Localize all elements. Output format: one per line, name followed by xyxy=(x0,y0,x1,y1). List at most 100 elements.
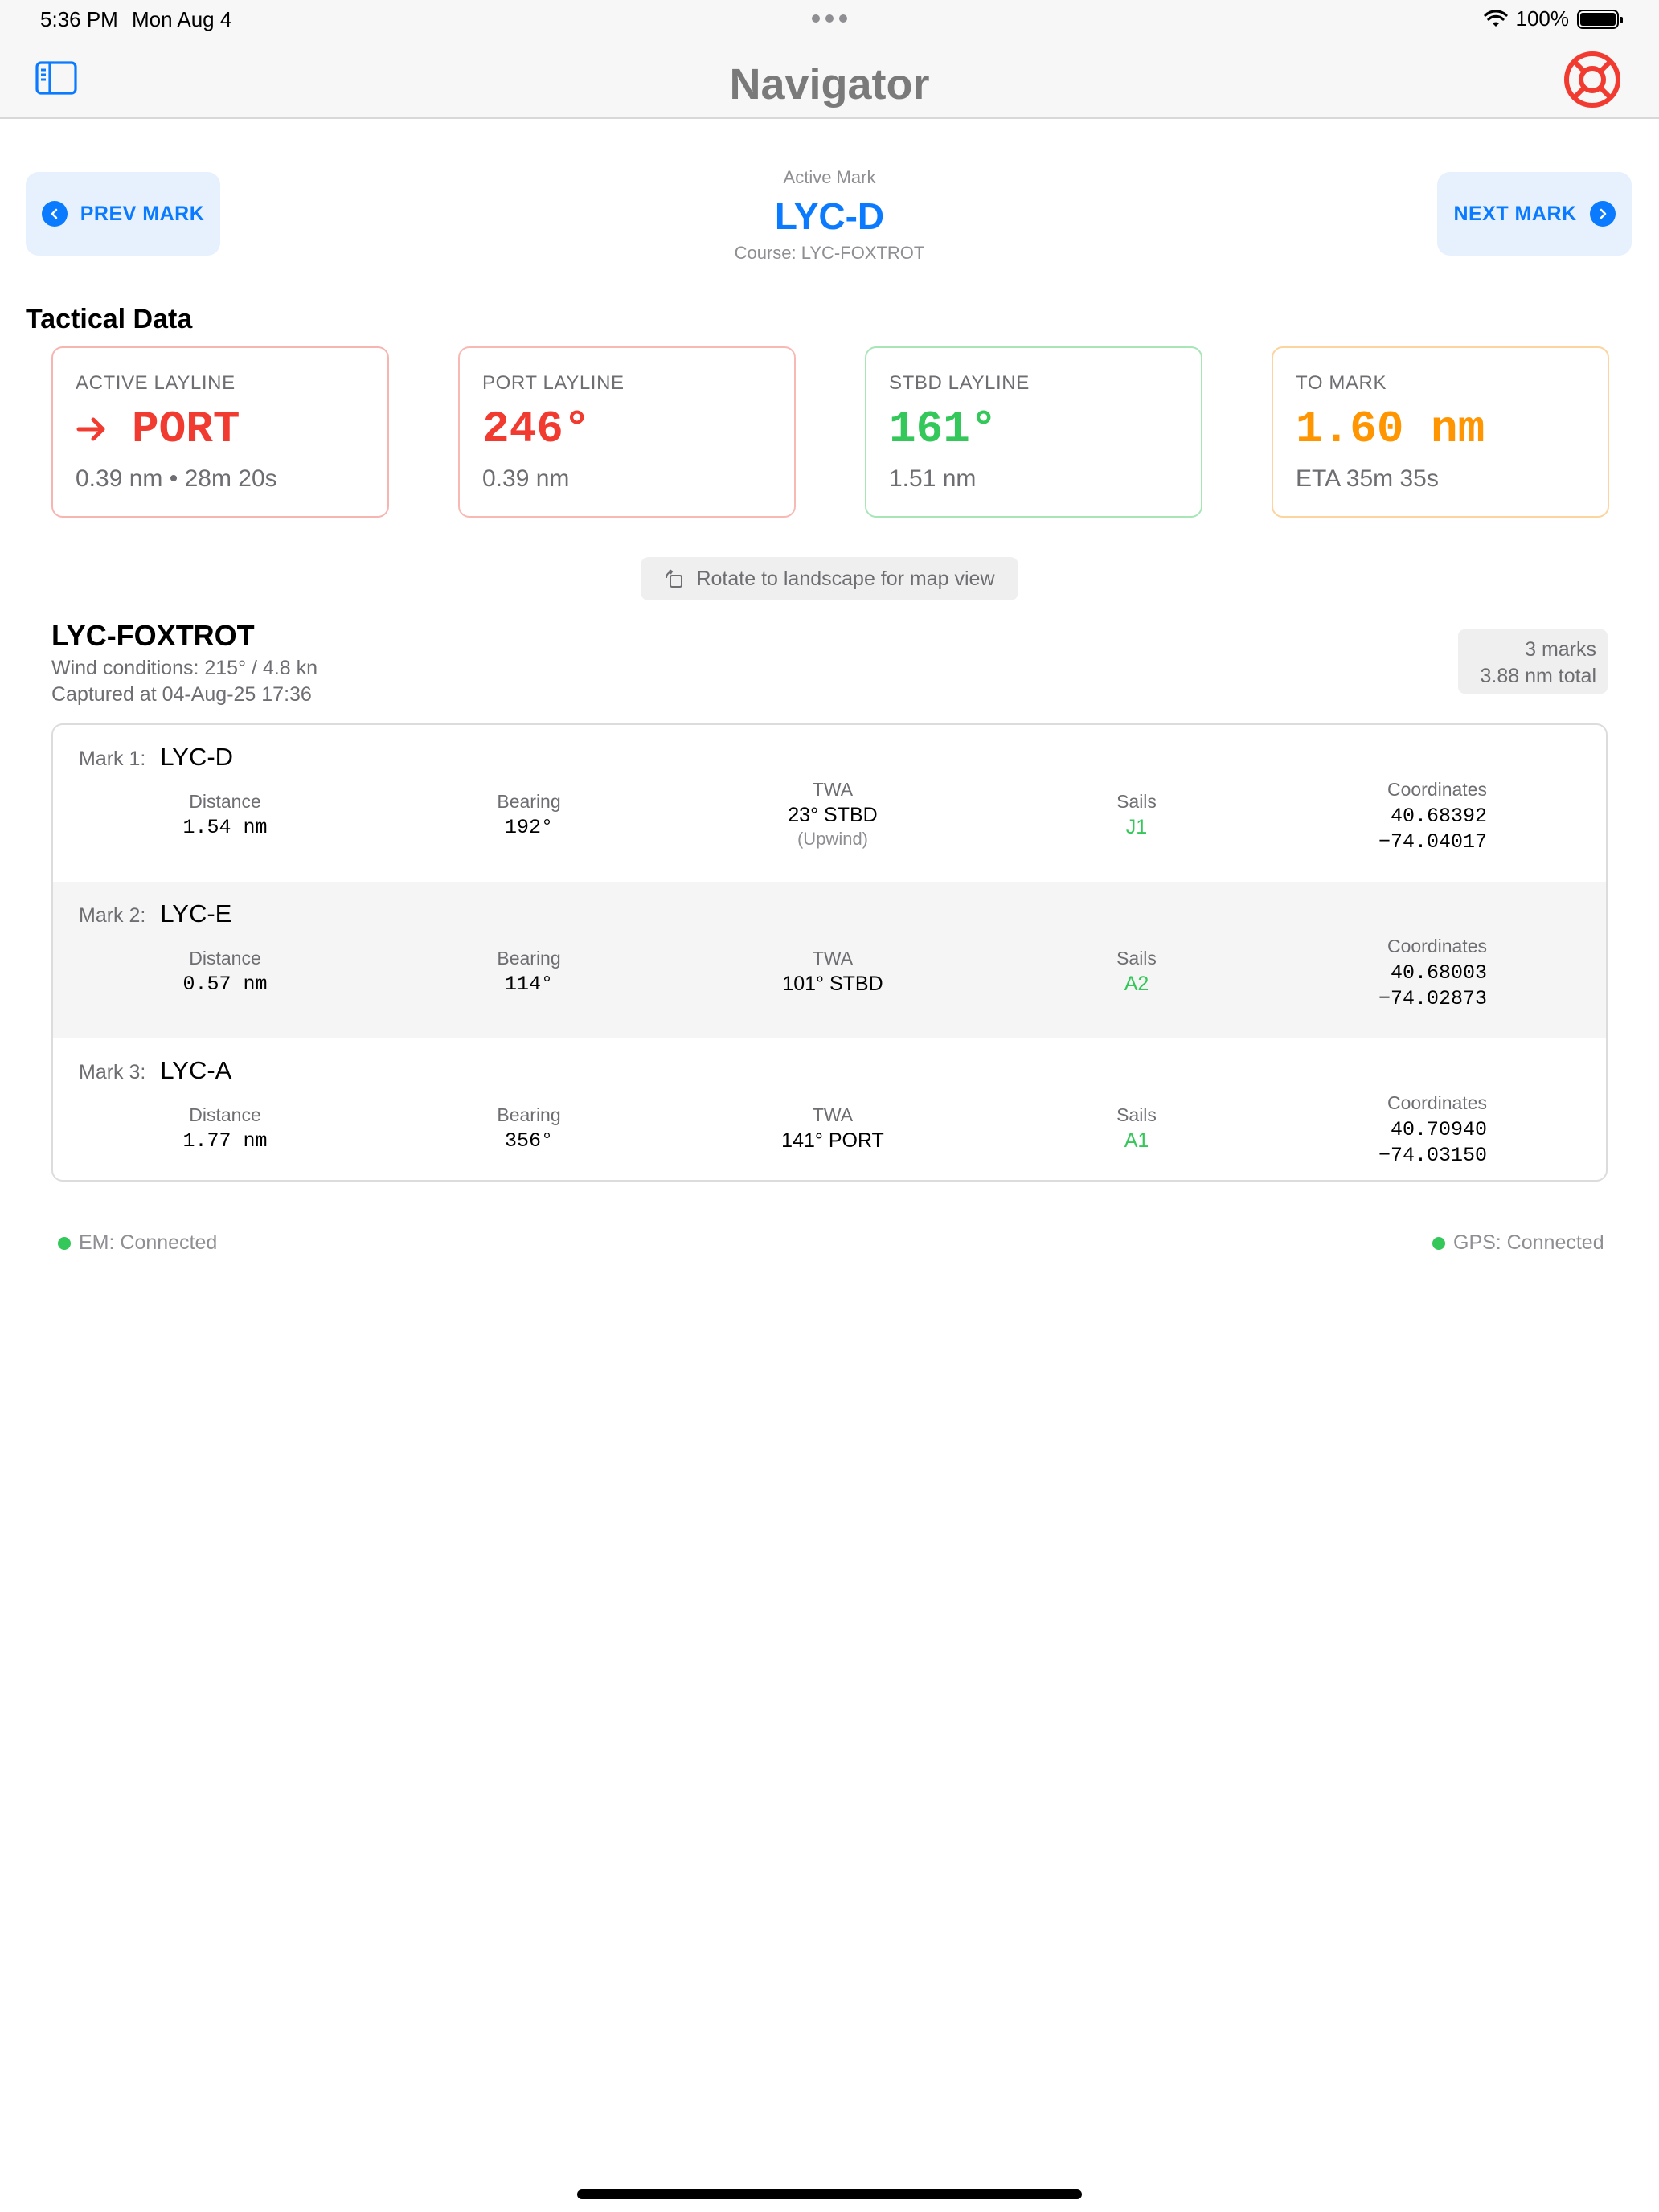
bearing-label: Bearing xyxy=(497,948,561,969)
mark-name: LYC-A xyxy=(160,1056,232,1084)
latitude-value: 40.70940 xyxy=(1390,1118,1487,1141)
bearing-value: 192° xyxy=(504,816,553,839)
twa-value: 23° STBD xyxy=(788,804,878,826)
em-connection-status: EM: Connected xyxy=(58,1231,217,1255)
coordinates-cell: Coordinates 40.70940 −74.03150 xyxy=(1378,1092,1487,1169)
port-layline-value: 246° xyxy=(482,403,591,455)
latitude-value: 40.68003 xyxy=(1390,961,1487,985)
mark-title: Mark 2: LYC-E xyxy=(79,899,231,928)
active-mark-name: LYC-D xyxy=(774,195,885,237)
wifi-icon xyxy=(1483,9,1508,27)
port-layline-card: PORT LAYLINE 246° 0.39 nm xyxy=(458,346,796,518)
next-mark-button[interactable]: NEXT MARK xyxy=(1437,172,1632,256)
course-total: 3.88 nm total xyxy=(1480,665,1596,687)
sails-label: Sails xyxy=(1116,791,1157,812)
chevron-right-icon xyxy=(1589,201,1616,227)
mark-title: Mark 1: LYC-D xyxy=(79,743,233,772)
page-title: Navigator xyxy=(729,60,930,109)
bearing-label: Bearing xyxy=(497,1104,561,1125)
mark-number: Mark 2: xyxy=(79,904,146,927)
distance-label: Distance xyxy=(189,791,261,812)
rotate-icon xyxy=(666,569,683,588)
sails-cell: Sails A1 xyxy=(992,1104,1281,1153)
bearing-cell: Bearing 192° xyxy=(384,791,674,839)
active-layline-value: PORT xyxy=(132,403,240,455)
status-dot-icon xyxy=(1432,1236,1445,1250)
sails-value: J1 xyxy=(1125,816,1148,838)
card-sub: ETA 35m 35s xyxy=(1296,465,1439,492)
tactical-data-title: Tactical Data xyxy=(26,304,193,334)
twa-cell: TWA 141° PORT xyxy=(688,1104,977,1153)
lifebuoy-icon[interactable] xyxy=(1563,50,1622,109)
stbd-layline-value: 161° xyxy=(889,403,997,455)
to-mark-value: 1.60 nm xyxy=(1296,403,1485,455)
sails-label: Sails xyxy=(1116,948,1157,969)
distance-label: Distance xyxy=(189,1104,261,1125)
card-label: PORT LAYLINE xyxy=(482,372,625,394)
rotate-hint: Rotate to landscape for map view xyxy=(641,557,1018,600)
bearing-value: 356° xyxy=(504,1129,553,1153)
sails-cell: Sails A2 xyxy=(992,948,1281,996)
card-sub: 1.51 nm xyxy=(889,465,977,492)
twa-label: TWA xyxy=(812,1104,854,1125)
active-mark-label: Active Mark xyxy=(783,167,876,187)
mark-number: Mark 3: xyxy=(79,1061,146,1083)
card-label: ACTIVE LAYLINE xyxy=(76,372,236,394)
course-captured: Captured at 04-Aug-25 17:36 xyxy=(51,683,312,706)
marks-table: Mark 1: LYC-D Distance 1.54 nm Bearing 1… xyxy=(51,723,1608,1182)
status-date: Mon Aug 4 xyxy=(132,7,232,31)
twa-cell: TWA 23° STBD (Upwind) xyxy=(688,779,977,850)
bearing-label: Bearing xyxy=(497,791,561,812)
gps-status-text: GPS: Connected xyxy=(1453,1231,1604,1254)
status-bar: 5:36 PM Mon Aug 4 100% xyxy=(0,0,1659,39)
coordinates-label: Coordinates xyxy=(1387,1092,1487,1113)
twa-label: TWA xyxy=(812,948,854,969)
distance-label: Distance xyxy=(189,948,261,969)
distance-cell: Distance 1.77 nm xyxy=(80,1104,370,1153)
to-mark-card: TO MARK 1.60 nm ETA 35m 35s xyxy=(1272,346,1609,518)
latitude-value: 40.68392 xyxy=(1390,805,1487,828)
status-right: 100% xyxy=(1483,6,1623,31)
mark-name: LYC-D xyxy=(160,743,234,771)
coordinates-cell: Coordinates 40.68003 −74.02873 xyxy=(1378,936,1487,1012)
sails-label: Sails xyxy=(1116,1104,1157,1125)
bearing-cell: Bearing 356° xyxy=(384,1104,674,1153)
twa-value: 101° STBD xyxy=(782,973,883,995)
home-indicator[interactable] xyxy=(577,2189,1082,2199)
sails-value: A1 xyxy=(1124,1129,1149,1152)
card-value: PORT xyxy=(76,403,365,456)
card-label: TO MARK xyxy=(1296,372,1387,394)
twa-cell: TWA 101° STBD xyxy=(688,948,977,996)
bearing-value: 114° xyxy=(504,973,553,996)
distance-cell: Distance 0.57 nm xyxy=(80,948,370,996)
active-mark-panel: Active Mark LYC-D Course: LYC-FOXTROT xyxy=(0,167,1659,264)
bearing-cell: Bearing 114° xyxy=(384,948,674,996)
course-wind: Wind conditions: 215° / 4.8 kn xyxy=(51,657,318,679)
sails-cell: Sails J1 xyxy=(992,791,1281,839)
mark-number: Mark 1: xyxy=(79,748,146,770)
coordinates-cell: Coordinates 40.68392 −74.04017 xyxy=(1378,779,1487,855)
longitude-value: −74.04017 xyxy=(1378,830,1487,854)
mark-row[interactable]: Mark 3: LYC-A Distance 1.77 nm Bearing 3… xyxy=(53,1038,1606,1180)
twa-label: TWA xyxy=(812,779,854,800)
distance-cell: Distance 1.54 nm xyxy=(80,791,370,839)
mark-row[interactable]: Mark 2: LYC-E Distance 0.57 nm Bearing 1… xyxy=(53,882,1606,1038)
marks-count: 3 marks xyxy=(1525,638,1596,661)
card-sub: 0.39 nm • 28m 20s xyxy=(76,465,277,492)
next-mark-label: NEXT MARK xyxy=(1453,202,1577,225)
coordinates-label: Coordinates xyxy=(1387,936,1487,956)
twa-note: (Upwind) xyxy=(797,829,869,849)
mark-name: LYC-E xyxy=(160,899,232,928)
arrow-right-icon xyxy=(76,417,105,441)
active-course: Course: LYC-FOXTROT xyxy=(734,243,925,263)
longitude-value: −74.02873 xyxy=(1378,987,1487,1010)
em-status-text: EM: Connected xyxy=(79,1231,218,1254)
rotate-hint-text: Rotate to landscape for map view xyxy=(696,567,995,590)
distance-value: 1.77 nm xyxy=(182,1129,268,1153)
battery-percent: 100% xyxy=(1515,6,1570,31)
card-label: STBD LAYLINE xyxy=(889,372,1030,394)
mark-row[interactable]: Mark 1: LYC-D Distance 1.54 nm Bearing 1… xyxy=(53,725,1606,882)
multitasking-dots-icon[interactable] xyxy=(812,14,847,23)
card-sub: 0.39 nm xyxy=(482,465,570,492)
coordinates-label: Coordinates xyxy=(1387,779,1487,800)
